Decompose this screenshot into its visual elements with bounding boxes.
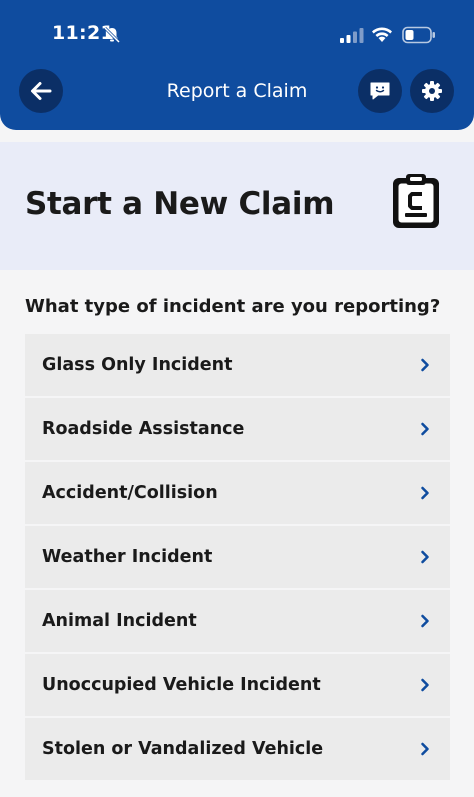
option-weather-incident[interactable]: Weather Incident [25,526,450,588]
chevron-right-icon [421,742,429,756]
cellular-signal-icon [340,28,364,43]
incident-question: What type of incident are you reporting? [25,296,441,317]
chevron-right-icon [421,550,429,564]
status-bar: 11:21 [0,0,474,70]
option-animal-incident[interactable]: Animal Incident [25,590,450,652]
option-label: Roadside Assistance [42,419,245,439]
option-stolen-or-vandalized-vehicle[interactable]: Stolen or Vandalized Vehicle [25,718,450,780]
incident-type-list: Glass Only Incident Roadside Assistance … [25,334,450,782]
option-glass-only-incident[interactable]: Glass Only Incident [25,334,450,396]
option-label: Weather Incident [42,547,213,567]
app-header: 11:21 Report a Claim [0,0,474,130]
chevron-right-icon [421,358,429,372]
option-roadside-assistance[interactable]: Roadside Assistance [25,398,450,460]
chevron-right-icon [421,614,429,628]
page-title: Report a Claim [166,80,308,102]
wifi-icon [372,27,392,42]
option-label: Glass Only Incident [42,355,233,375]
option-label: Unoccupied Vehicle Incident [42,675,321,695]
option-label: Accident/Collision [42,483,218,503]
hero-title: Start a New Claim [25,186,335,222]
settings-button[interactable] [410,69,454,113]
clipboard-icon [393,174,439,228]
arrow-left-icon [31,82,52,100]
option-label: Animal Incident [42,611,197,631]
bell-off-icon [103,26,121,44]
chevron-right-icon [421,678,429,692]
back-button[interactable] [19,69,63,113]
option-accident-collision[interactable]: Accident/Collision [25,462,450,524]
option-unoccupied-vehicle-incident[interactable]: Unoccupied Vehicle Incident [25,654,450,716]
battery-icon [402,26,435,44]
gear-icon [422,81,442,101]
chat-button[interactable] [358,69,402,113]
chevron-right-icon [421,422,429,436]
chevron-right-icon [421,486,429,500]
hero-banner: Start a New Claim [0,142,474,270]
option-label: Stolen or Vandalized Vehicle [42,739,324,759]
chat-bubble-icon [370,82,390,100]
